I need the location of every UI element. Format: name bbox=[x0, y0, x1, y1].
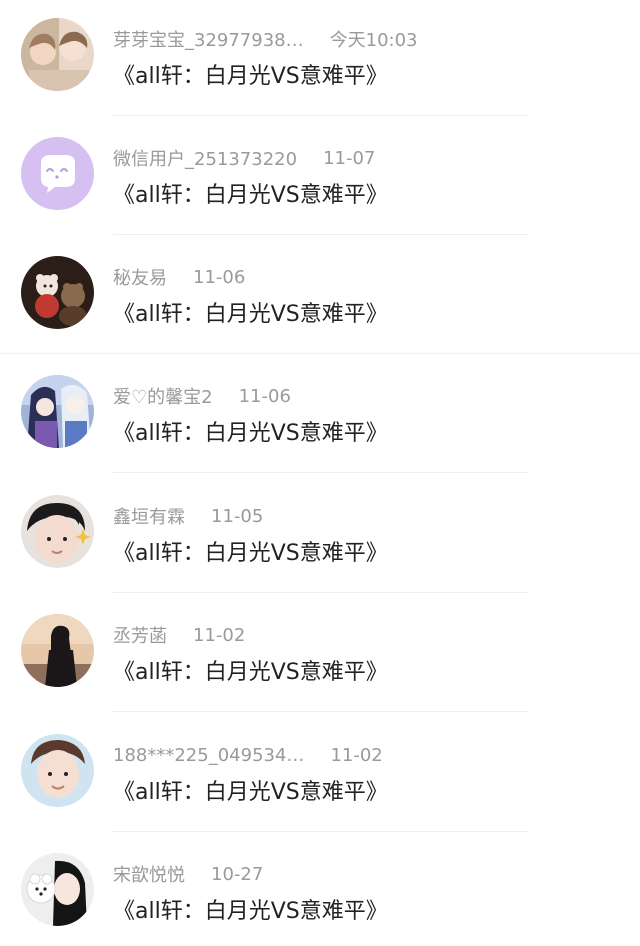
username[interactable]: 188***225_049534… bbox=[113, 745, 304, 766]
username[interactable]: 芽芽宝宝_32977938… bbox=[113, 26, 304, 52]
book-title[interactable]: 《all轩：白月光VS意难平》 bbox=[113, 58, 388, 90]
list-item[interactable]: 秘友易 11-06 《all轩：白月光VS意难平》 bbox=[0, 238, 640, 358]
avatar-photo-icon bbox=[21, 18, 94, 91]
avatar[interactable] bbox=[21, 853, 94, 926]
avatar[interactable] bbox=[21, 495, 94, 568]
avatar[interactable] bbox=[21, 256, 94, 329]
comment-meta: 188***225_049534… 11-02 bbox=[113, 742, 383, 768]
avatar[interactable] bbox=[21, 375, 94, 448]
wechat-avatar-icon bbox=[21, 137, 94, 210]
avatar-photo-icon bbox=[21, 614, 94, 687]
list-item[interactable]: 微信用户_251373220 11-07 《all轩：白月光VS意难平》 bbox=[0, 119, 640, 239]
divider bbox=[113, 831, 528, 832]
timestamp: 10-27 bbox=[211, 863, 264, 885]
username[interactable]: 宋歆悦悦 bbox=[113, 861, 185, 887]
avatar[interactable] bbox=[21, 734, 94, 807]
divider bbox=[113, 592, 528, 593]
book-title[interactable]: 《all轩：白月光VS意难平》 bbox=[113, 654, 388, 686]
comment-meta: 芽芽宝宝_32977938… 今天10:03 bbox=[113, 26, 418, 52]
timestamp: 11-06 bbox=[238, 385, 291, 407]
avatar-photo-icon bbox=[21, 256, 94, 329]
timestamp: 11-06 bbox=[193, 266, 246, 288]
timestamp: 11-02 bbox=[330, 744, 383, 766]
comment-meta: 宋歆悦悦 10-27 bbox=[113, 861, 263, 887]
book-title[interactable]: 《all轩：白月光VS意难平》 bbox=[113, 415, 388, 447]
username[interactable]: 爱♡的馨宝2 bbox=[113, 383, 213, 409]
comment-meta: 鑫垣有霖 11-05 bbox=[113, 503, 263, 529]
timestamp: 11-02 bbox=[193, 624, 246, 646]
book-title[interactable]: 《all轩：白月光VS意难平》 bbox=[113, 774, 388, 806]
divider bbox=[113, 234, 528, 235]
avatar-photo-icon bbox=[21, 495, 94, 568]
avatar-photo-icon bbox=[21, 734, 94, 807]
avatar[interactable] bbox=[21, 137, 94, 210]
list-item[interactable]: 宋歆悦悦 10-27 《all轩：白月光VS意难平》 bbox=[0, 835, 640, 946]
comment-meta: 秘友易 11-06 bbox=[113, 264, 245, 290]
username[interactable]: 丞芳菡 bbox=[113, 622, 167, 648]
username[interactable]: 微信用户_251373220 bbox=[113, 145, 297, 171]
username[interactable]: 鑫垣有霖 bbox=[113, 503, 185, 529]
comment-meta: 爱♡的馨宝2 11-06 bbox=[113, 383, 291, 409]
comment-meta: 微信用户_251373220 11-07 bbox=[113, 145, 375, 171]
book-title[interactable]: 《all轩：白月光VS意难平》 bbox=[113, 535, 388, 567]
divider bbox=[113, 472, 528, 473]
book-title[interactable]: 《all轩：白月光VS意难平》 bbox=[113, 893, 388, 925]
divider bbox=[0, 353, 640, 354]
timestamp: 11-07 bbox=[323, 147, 376, 169]
avatar[interactable] bbox=[21, 18, 94, 91]
comment-meta: 丞芳菡 11-02 bbox=[113, 622, 245, 648]
list-item[interactable]: 丞芳菡 11-02 《all轩：白月光VS意难平》 bbox=[0, 596, 640, 716]
timestamp: 今天10:03 bbox=[329, 30, 418, 51]
divider bbox=[113, 711, 528, 712]
avatar[interactable] bbox=[21, 614, 94, 687]
book-title[interactable]: 《all轩：白月光VS意难平》 bbox=[113, 177, 388, 209]
list-item[interactable]: 188***225_049534… 11-02 《all轩：白月光VS意难平》 bbox=[0, 716, 640, 836]
divider bbox=[113, 115, 528, 116]
username[interactable]: 秘友易 bbox=[113, 264, 167, 290]
list-item[interactable]: 芽芽宝宝_32977938… 今天10:03 《all轩：白月光VS意难平》 bbox=[0, 0, 640, 120]
avatar-photo-icon bbox=[21, 853, 94, 926]
timestamp: 11-05 bbox=[211, 505, 264, 527]
list-item[interactable]: 爱♡的馨宝2 11-06 《all轩：白月光VS意难平》 bbox=[0, 357, 640, 477]
avatar-anime-icon bbox=[21, 375, 94, 448]
book-title[interactable]: 《all轩：白月光VS意难平》 bbox=[113, 296, 388, 328]
list-item[interactable]: 鑫垣有霖 11-05 《all轩：白月光VS意难平》 bbox=[0, 477, 640, 597]
